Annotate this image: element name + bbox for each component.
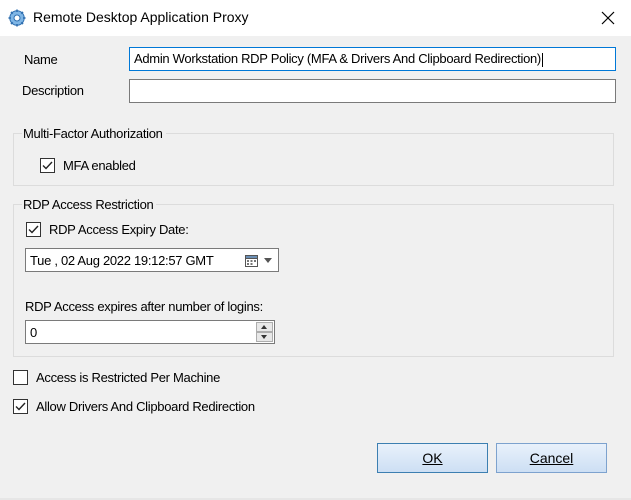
- logins-count-value: 0: [30, 325, 38, 340]
- mfa-group-title: Multi-Factor Authorization: [22, 126, 166, 141]
- text-caret: [541, 52, 543, 67]
- drivers-clipboard-label: Allow Drivers And Clipboard Redirection: [36, 399, 255, 414]
- cancel-label: Cancel: [529, 450, 574, 466]
- window-title: Remote Desktop Application Proxy: [33, 9, 249, 25]
- arrow-down-icon: [261, 335, 267, 339]
- stepper-up-button[interactable]: [256, 322, 273, 332]
- name-field[interactable]: Admin Workstation RDP Policy (MFA & Driv…: [129, 47, 616, 71]
- close-button[interactable]: [585, 0, 631, 36]
- name-value: Admin Workstation RDP Policy (MFA & Driv…: [134, 51, 541, 66]
- cancel-button[interactable]: Cancel: [496, 443, 607, 473]
- mfa-enabled-checkbox[interactable]: [40, 158, 55, 173]
- rdp-group-title: RDP Access Restriction: [22, 197, 157, 212]
- expiry-date-picker[interactable]: Tue , 02 Aug 2022 19:12:57 GMT: [25, 248, 279, 272]
- logins-count-field[interactable]: 0: [25, 320, 275, 344]
- close-icon: [601, 11, 615, 25]
- ok-label: OK: [422, 450, 443, 466]
- gear-icon: [8, 9, 26, 27]
- logins-stepper: [256, 322, 273, 342]
- ok-button[interactable]: OK: [377, 443, 488, 473]
- checkmark-icon: [28, 225, 39, 234]
- title-bar: Remote Desktop Application Proxy: [0, 0, 631, 36]
- drivers-clipboard-checkbox[interactable]: [13, 399, 28, 414]
- name-label: Name: [24, 52, 58, 67]
- expiry-date-value: Tue , 02 Aug 2022 19:12:57 GMT: [30, 253, 214, 268]
- checkmark-icon: [15, 402, 26, 411]
- rdp-expiry-checkbox[interactable]: [26, 222, 41, 237]
- checkmark-icon: [42, 161, 53, 170]
- description-field[interactable]: [129, 79, 616, 103]
- logins-label: RDP Access expires after number of login…: [25, 299, 263, 314]
- mfa-enabled-label: MFA enabled: [63, 158, 136, 173]
- rdp-expiry-label: RDP Access Expiry Date:: [49, 222, 189, 237]
- per-machine-label: Access is Restricted Per Machine: [36, 370, 221, 385]
- description-label: Description: [22, 83, 84, 98]
- calendar-icon[interactable]: [245, 254, 258, 267]
- dropdown-arrow-icon[interactable]: [264, 258, 272, 263]
- arrow-up-icon: [261, 325, 267, 329]
- per-machine-checkbox[interactable]: [13, 370, 28, 385]
- stepper-down-button[interactable]: [256, 332, 273, 342]
